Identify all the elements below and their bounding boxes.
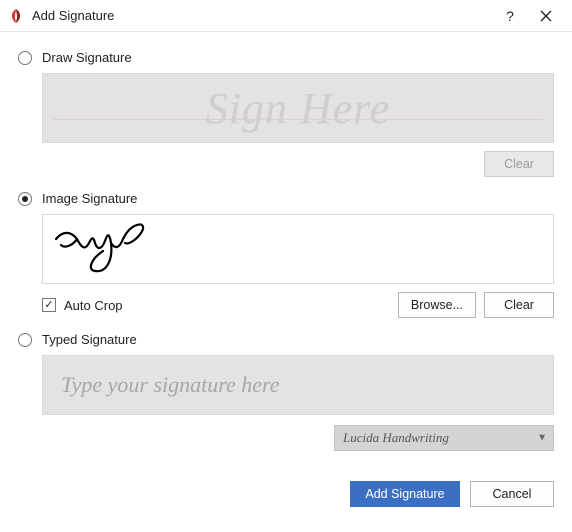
auto-crop-checkbox[interactable] — [42, 298, 56, 312]
window-title: Add Signature — [32, 8, 114, 23]
typed-signature-input[interactable]: Type your signature here — [42, 355, 554, 415]
typed-placeholder: Type your signature here — [61, 372, 280, 398]
image-signature-preview — [42, 214, 554, 284]
image-signature-radio[interactable] — [18, 192, 32, 206]
signature-image — [51, 221, 161, 277]
draw-placeholder: Sign Here — [206, 83, 391, 134]
typed-signature-radio[interactable] — [18, 333, 32, 347]
draw-signature-option: Draw Signature Sign Here Clear — [18, 50, 554, 177]
draw-signature-canvas[interactable]: Sign Here — [42, 73, 554, 143]
chevron-down-icon: ▼ — [537, 433, 547, 444]
image-signature-label: Image Signature — [42, 191, 137, 206]
draw-signature-radio[interactable] — [18, 51, 32, 65]
typed-signature-label: Typed Signature — [42, 332, 137, 347]
auto-crop-label: Auto Crop — [64, 298, 123, 313]
dialog-footer: Add Signature Cancel — [18, 481, 554, 507]
add-signature-button[interactable]: Add Signature — [350, 481, 460, 507]
browse-button[interactable]: Browse... — [398, 292, 476, 318]
typed-signature-header[interactable]: Typed Signature — [18, 332, 554, 347]
draw-signature-header[interactable]: Draw Signature — [18, 50, 554, 65]
image-signature-option: Image Signature Auto Crop Browse... Clea… — [18, 191, 554, 318]
image-signature-header[interactable]: Image Signature — [18, 191, 554, 206]
close-button[interactable] — [528, 2, 564, 30]
image-clear-button[interactable]: Clear — [484, 292, 554, 318]
draw-clear-button[interactable]: Clear — [484, 151, 554, 177]
title-bar: Add Signature ? — [0, 0, 572, 32]
font-select[interactable]: Lucida Handwriting ▼ — [334, 425, 554, 451]
app-icon — [8, 8, 24, 24]
typed-signature-option: Typed Signature Type your signature here… — [18, 332, 554, 451]
cancel-button[interactable]: Cancel — [470, 481, 554, 507]
draw-signature-label: Draw Signature — [42, 50, 132, 65]
font-select-value: Lucida Handwriting — [343, 430, 449, 446]
help-button[interactable]: ? — [492, 2, 528, 30]
